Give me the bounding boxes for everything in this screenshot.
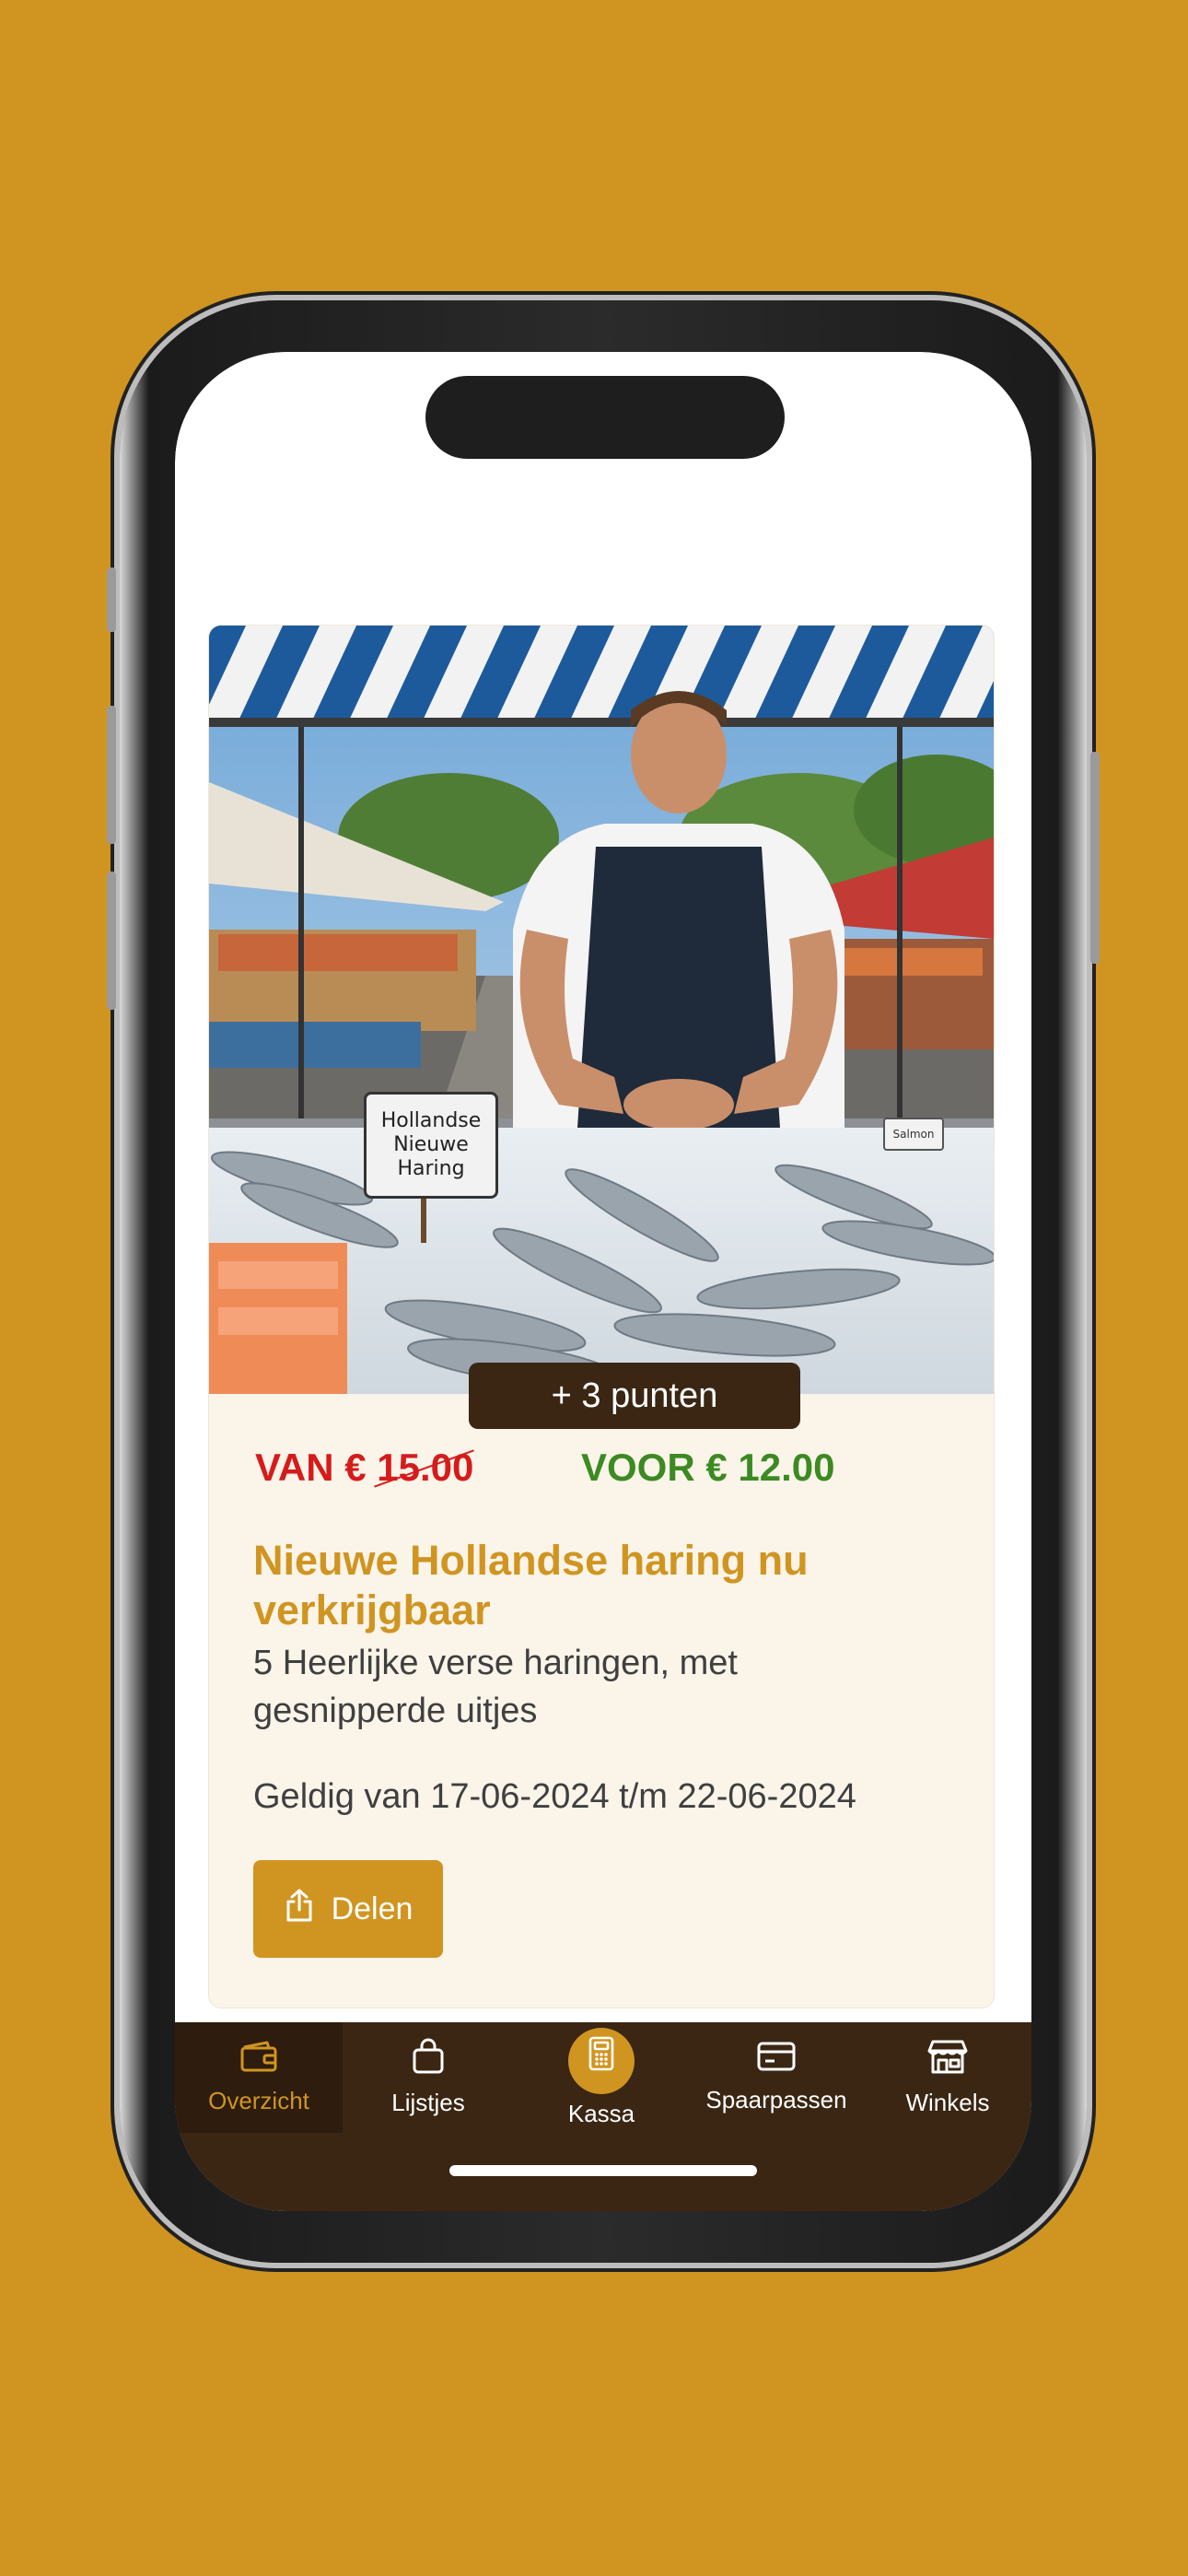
share-label: Delen	[331, 1891, 413, 1926]
promo-title: Nieuwe Hollandse haring nu verkrijgbaar	[253, 1537, 809, 1633]
price-old-prefix: VAN €	[255, 1446, 378, 1489]
share-button[interactable]: Delen	[253, 1860, 443, 1958]
phone-power-button	[1090, 752, 1100, 964]
bottom-tab-bar: Overzicht Lijstjes Kassa Spaarpassen Win…	[175, 2022, 1031, 2211]
phone-silent-switch	[107, 568, 116, 632]
store-icon	[927, 2038, 968, 2089]
promo-card[interactable]: Hollandse Nieuwe Haring Salmon + 3 punte…	[208, 625, 995, 2008]
wallet-icon	[239, 2040, 278, 2087]
tab-kassa[interactable]: Kassa	[514, 2022, 689, 2133]
phone-volume-down	[107, 872, 116, 1010]
card-icon	[756, 2041, 797, 2086]
promo-image: Hollandse Nieuwe Haring Salmon	[209, 626, 994, 1394]
kassa-button-circle	[568, 2027, 635, 2094]
salmon-sign-text: Salmon	[892, 1128, 935, 1141]
haring-sign-text: Hollandse Nieuwe Haring	[380, 1109, 482, 1180]
promo-description: 5 Heerlijke verse haringen, met gesnippe…	[253, 1644, 738, 1730]
tab-label-overzicht: Overzicht	[208, 2087, 309, 2114]
phone-volume-up	[107, 706, 116, 844]
points-badge: + 3 punten	[469, 1363, 800, 1429]
price-new: VOOR € 12.00	[581, 1446, 835, 1489]
tab-label-kassa: Kassa	[567, 2099, 635, 2127]
phone-frame: Hollandse Nieuwe Haring Salmon + 3 punte…	[107, 300, 1100, 2263]
dynamic-island	[425, 376, 785, 459]
haring-sign: Hollandse Nieuwe Haring	[364, 1092, 498, 1199]
phone-bezel: Hollandse Nieuwe Haring Salmon + 3 punte…	[175, 352, 1031, 2211]
price-old-amount: 15.00	[377, 1446, 474, 1489]
shopping-bag-icon	[410, 2038, 447, 2089]
tab-label-lijstjes: Lijstjes	[391, 2089, 465, 2116]
app-screen: Hollandse Nieuwe Haring Salmon + 3 punte…	[175, 352, 1031, 2211]
tab-overzicht[interactable]: Overzicht	[175, 2022, 343, 2133]
calculator-icon	[588, 2036, 615, 2085]
tab-label-winkels: Winkels	[905, 2089, 990, 2116]
price-old: VAN € 15.00	[255, 1446, 473, 1490]
price-row: VAN € 15.00 VOOR € 12.00	[255, 1446, 955, 1501]
promo-validity: Geldig van 17-06-2024 t/m 22-06-2024	[253, 1777, 856, 1816]
tab-winkels[interactable]: Winkels	[864, 2022, 1031, 2133]
share-icon	[284, 1888, 315, 1931]
tab-lijstjes[interactable]: Lijstjes	[343, 2022, 514, 2133]
home-indicator	[449, 2165, 757, 2176]
tab-spaarpassen[interactable]: Spaarpassen	[689, 2022, 864, 2133]
salmon-sign: Salmon	[883, 1118, 944, 1151]
tab-label-spaarpassen: Spaarpassen	[705, 2086, 847, 2113]
